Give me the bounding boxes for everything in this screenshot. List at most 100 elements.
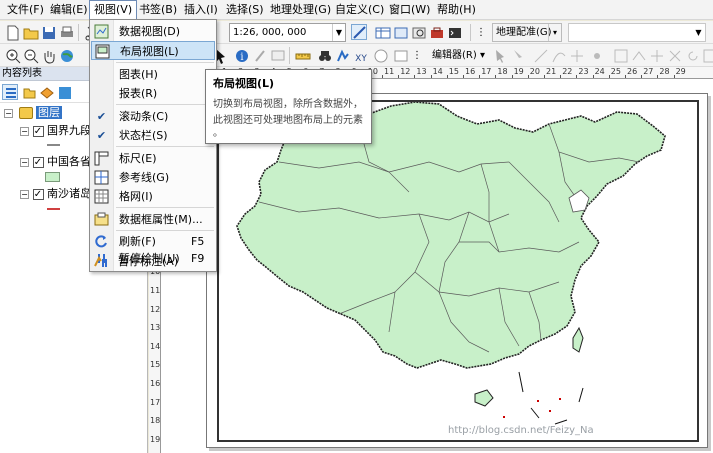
trace-icon[interactable]	[568, 47, 584, 63]
menu-bookmarks[interactable]: 书签(B)	[135, 0, 181, 20]
reshape-icon[interactable]	[630, 47, 646, 63]
chevron-down-icon[interactable]: ▼	[332, 24, 345, 41]
html-popup-icon[interactable]	[269, 47, 285, 63]
time-slider-icon[interactable]	[372, 47, 388, 63]
menu-customize[interactable]: 自定义(C)	[331, 0, 388, 20]
layer-visibility-checkbox[interactable]: ✓	[32, 188, 44, 200]
tooltip-title: 布局视图(L)	[213, 77, 275, 90]
find-route-icon[interactable]	[334, 47, 350, 63]
hyperlink-icon[interactable]	[251, 47, 267, 63]
editor-menu-label: 编辑器(R)	[432, 50, 477, 61]
menu-file[interactable]: 文件(F)	[3, 0, 48, 20]
menu-bar: 文件(F) 编辑(E) 视图(V) 书签(B) 插入(I) 选择(S) 地理处理…	[0, 0, 713, 20]
checkmark-icon: ✔	[96, 129, 107, 142]
pan-hand-icon[interactable]	[40, 47, 56, 64]
editor-menu[interactable]: 编辑器(R) ▾	[432, 46, 485, 65]
layer-visibility-checkbox[interactable]: ✓	[32, 125, 44, 137]
edit-vertices-icon[interactable]	[612, 47, 628, 63]
view-menu-guides[interactable]: 参考线(G)	[91, 168, 215, 187]
toc-root-layers[interactable]: − 图层	[4, 105, 62, 121]
cut-polygon-icon[interactable]	[648, 47, 664, 63]
menu-view[interactable]: 视图(V)	[89, 0, 138, 20]
view-menu-refresh[interactable]: 刷新(F) F5	[91, 233, 215, 250]
menu-help[interactable]: 帮助(H)	[433, 0, 480, 20]
view-menu-data-view[interactable]: 数据视图(D)	[91, 22, 215, 41]
ruler-tick-label: 25	[610, 67, 621, 76]
toc-layer-item[interactable]: − ✓ 南沙诸岛	[20, 186, 91, 202]
catalog-icon[interactable]	[392, 24, 408, 40]
editor-toolbar-icon[interactable]	[351, 24, 367, 40]
attributes-icon[interactable]	[700, 47, 713, 63]
south-sea-islands	[503, 398, 561, 418]
layer-label: 国界九段	[47, 124, 91, 137]
guides-icon	[94, 170, 109, 185]
view-menu-layout-view[interactable]: 布局视图(L)	[91, 41, 215, 60]
data-frame[interactable]	[217, 100, 699, 442]
collapse-icon[interactable]: −	[20, 126, 29, 136]
chevron-down-icon[interactable]: ▾	[548, 24, 561, 41]
python-window-icon[interactable]	[446, 24, 462, 40]
search-window-icon[interactable]	[410, 24, 426, 40]
chevron-down-icon[interactable]: ▼	[692, 24, 705, 41]
menu-windows[interactable]: 窗口(W)	[385, 0, 434, 20]
open-folder-icon[interactable]	[22, 24, 39, 40]
save-icon[interactable]	[40, 24, 56, 40]
grid-icon	[94, 189, 109, 204]
go-to-xy-icon[interactable]: XY	[352, 47, 368, 64]
menu-selection[interactable]: 选择(S)	[222, 0, 268, 20]
view-menu-pause-labeling[interactable]: 暂停标注(A)	[90, 253, 216, 271]
view-menu-scrollbars[interactable]: ✔ 滚动条(C)	[91, 107, 215, 126]
full-extent-icon[interactable]	[58, 47, 74, 63]
toolbar-overflow-icon[interactable]: ⋮	[476, 23, 489, 42]
menu-item-label: 布局视图(L)	[120, 45, 179, 58]
toc-layer-item[interactable]: − ✓ 中国各省	[20, 154, 91, 170]
print-icon[interactable]	[58, 24, 74, 40]
georef-layer-combo[interactable]: ▼	[568, 23, 706, 42]
list-by-visibility-icon[interactable]	[38, 84, 54, 100]
point-icon[interactable]	[588, 47, 604, 63]
collapse-icon[interactable]: −	[4, 108, 13, 118]
menu-insert[interactable]: 插入(I)	[180, 0, 222, 20]
ruler-tick	[414, 75, 416, 78]
zoom-in-icon[interactable]	[4, 47, 21, 64]
collapse-icon[interactable]: −	[20, 189, 29, 199]
split-icon[interactable]	[666, 47, 682, 63]
menu-edit[interactable]: 编辑(E)	[46, 0, 92, 20]
new-document-icon[interactable]	[4, 24, 20, 41]
tooltip-line: 此视图还可处理地图布局上的元素	[213, 115, 363, 126]
rotate-icon[interactable]	[684, 47, 700, 63]
view-menu-grid[interactable]: 格网(I)	[91, 187, 215, 206]
measure-icon[interactable]	[294, 47, 311, 63]
list-by-source-icon[interactable]	[20, 84, 36, 100]
ruler-tick	[527, 75, 529, 78]
collapse-icon[interactable]: −	[20, 157, 29, 167]
create-viewer-icon[interactable]	[392, 47, 408, 63]
edit-annotation-icon[interactable]	[510, 47, 526, 63]
table-icon[interactable]	[374, 24, 391, 40]
straight-segment-icon[interactable]	[532, 47, 548, 63]
watermark-text: http://blog.csdn.net/Feizy_Na	[448, 425, 594, 436]
view-menu-graphs[interactable]: 图表(H)	[91, 65, 215, 84]
identify-icon[interactable]: i	[233, 47, 249, 63]
layer-visibility-checkbox[interactable]: ✓	[32, 156, 44, 168]
view-menu-status-bar[interactable]: ✔ 状态栏(S)	[91, 126, 215, 145]
toc-layer-item[interactable]: − ✓ 国界九段	[20, 123, 91, 139]
menu-geoprocessing[interactable]: 地理处理(G)	[266, 0, 335, 20]
find-binoculars-icon[interactable]	[316, 47, 332, 63]
view-menu-reports[interactable]: 报表(R)	[91, 84, 215, 103]
list-by-drawing-order-icon[interactable]	[2, 84, 18, 100]
tooltip-line: 。	[213, 128, 223, 139]
layout-page[interactable]	[206, 93, 708, 448]
map-scale-combo[interactable]: 1:26, 000, 000 ▼	[229, 23, 346, 42]
toolbar-overflow-icon[interactable]: ⋮	[412, 46, 422, 65]
list-by-selection-icon[interactable]	[56, 84, 72, 100]
edit-tool-icon[interactable]	[492, 47, 508, 63]
data-view-icon	[94, 24, 109, 39]
georeferencing-toolbar[interactable]: 地理配准(G) ▾	[492, 23, 562, 42]
ruler-tick-label: 19	[513, 67, 524, 76]
arctoolbox-icon[interactable]	[428, 24, 444, 40]
endpoint-arc-icon[interactable]	[550, 47, 566, 63]
view-menu-rulers[interactable]: 标尺(E)	[91, 149, 215, 168]
view-menu-data-frame-properties[interactable]: 数据框属性(M)...	[91, 210, 215, 229]
zoom-out-icon[interactable]	[22, 47, 39, 64]
